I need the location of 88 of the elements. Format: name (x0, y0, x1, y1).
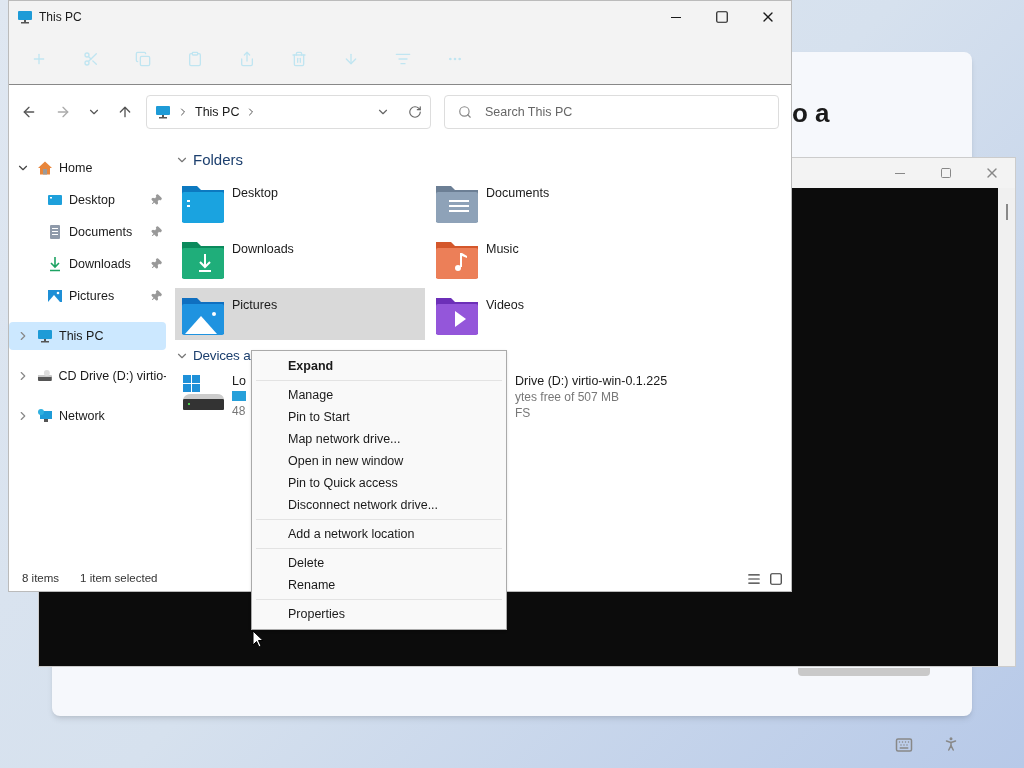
section-header[interactable]: Folders (193, 148, 244, 172)
monitor-icon (37, 328, 53, 344)
folder-tile[interactable]: Downloads (175, 232, 425, 284)
menu-item[interactable]: Expand (256, 355, 502, 377)
menu-item[interactable]: Pin to Start (256, 406, 502, 428)
drive-name: Lo (232, 373, 246, 389)
search-field[interactable]: Search This PC (444, 95, 779, 129)
sidebar-item[interactable]: Network (9, 402, 166, 430)
drive-detail: 48 (232, 403, 246, 419)
folder-name: Desktop (232, 185, 278, 202)
folder-tile[interactable]: Desktop (175, 176, 425, 228)
sidebar-label: Downloads (69, 255, 132, 273)
section-header[interactable]: Devices a (193, 345, 251, 367)
toolbar-icon[interactable] (83, 50, 99, 67)
sidebar-label: Network (59, 407, 105, 425)
sidebar-item[interactable]: Home (9, 154, 166, 182)
folder-tile[interactable]: Videos (429, 288, 679, 340)
sidebar-item[interactable]: Pictures (9, 282, 166, 310)
back-icon[interactable] (21, 104, 37, 120)
sidebar-item[interactable]: CD Drive (D:) virtio- (9, 362, 166, 390)
menu-item[interactable]: Rename (256, 574, 502, 596)
network-icon (37, 408, 53, 424)
drive-icon (36, 368, 53, 384)
drive-icon (181, 373, 225, 413)
folder-tile[interactable]: Pictures (175, 288, 425, 340)
desktop-icon (47, 192, 63, 208)
setup-heading: o a (792, 97, 830, 130)
folder-icon (181, 296, 225, 336)
menu-item[interactable]: Open in new window (256, 450, 502, 472)
sidebar-label: Desktop (69, 191, 116, 209)
sidebar-item[interactable]: This PC (9, 322, 166, 350)
sidebar-item[interactable]: Documents (9, 218, 166, 246)
breadcrumb[interactable]: This PC (195, 102, 240, 122)
usage-bar (232, 391, 246, 401)
folder-name: Music (486, 241, 519, 258)
folder-icon (435, 240, 479, 280)
download-icon (47, 256, 63, 272)
monitor-icon (17, 9, 33, 25)
window-title: This PC (39, 9, 82, 26)
menu-item[interactable]: Pin to Quick access (256, 472, 502, 494)
folder-name: Videos (486, 297, 524, 314)
menu-item[interactable]: Manage (256, 384, 502, 406)
search-icon (458, 105, 472, 119)
sidebar-label: Documents (69, 223, 134, 241)
folder-icon (181, 184, 225, 224)
toolbar-icon[interactable] (239, 50, 255, 67)
maximize-icon (715, 10, 729, 24)
sidebar-label: Home (59, 159, 93, 177)
toolbar-icon[interactable] (135, 50, 151, 67)
minimize-icon (671, 16, 681, 18)
minimize-icon (895, 172, 905, 174)
menu-item[interactable]: Delete (256, 552, 502, 574)
folder-name: Documents (486, 185, 550, 202)
sidebar-label: CD Drive (D:) virtio- (58, 367, 166, 385)
address-bar[interactable]: This PC (146, 95, 431, 129)
drive-detail: ytes free of 507 MB (515, 389, 621, 405)
picture-icon (47, 288, 63, 304)
menu-item[interactable]: Add a network location (256, 523, 502, 545)
menu-item[interactable]: Properties (256, 603, 502, 625)
tiles-view-icon[interactable] (769, 572, 783, 586)
folder-icon (435, 296, 479, 336)
folder-icon (181, 240, 225, 280)
document-icon (47, 224, 63, 240)
folder-tile[interactable]: Documents (429, 176, 679, 228)
toolbar-icon[interactable] (291, 50, 307, 67)
forward-icon[interactable] (55, 104, 71, 120)
details-view-icon[interactable] (747, 572, 761, 586)
maximize-icon (940, 167, 952, 179)
house-icon (37, 160, 53, 176)
folder-name: Downloads (232, 241, 294, 258)
refresh-icon[interactable] (408, 105, 422, 119)
sidebar-label: Pictures (69, 287, 116, 305)
sidebar-label: This PC (59, 327, 104, 345)
folder-name: Pictures (232, 297, 278, 314)
item-count: 8 items (22, 571, 60, 587)
folder-icon (435, 184, 479, 224)
menu-item[interactable]: Disconnect network drive... (256, 494, 502, 516)
selection-status: 1 item selected (80, 571, 158, 587)
monitor-icon (155, 104, 171, 120)
sidebar-item[interactable]: Desktop (9, 186, 166, 214)
toolbar-icon[interactable] (187, 50, 203, 67)
drive-name: Drive (D:) virtio-win-0.1.225 (515, 373, 668, 389)
keyboard-icon[interactable] (895, 736, 913, 754)
folder-tile[interactable]: Music (429, 232, 679, 284)
drive-filesystem: FS (515, 405, 532, 421)
up-icon[interactable] (117, 104, 133, 120)
menu-item[interactable]: Map network drive... (256, 428, 502, 450)
sidebar-item[interactable]: Downloads (9, 250, 166, 278)
